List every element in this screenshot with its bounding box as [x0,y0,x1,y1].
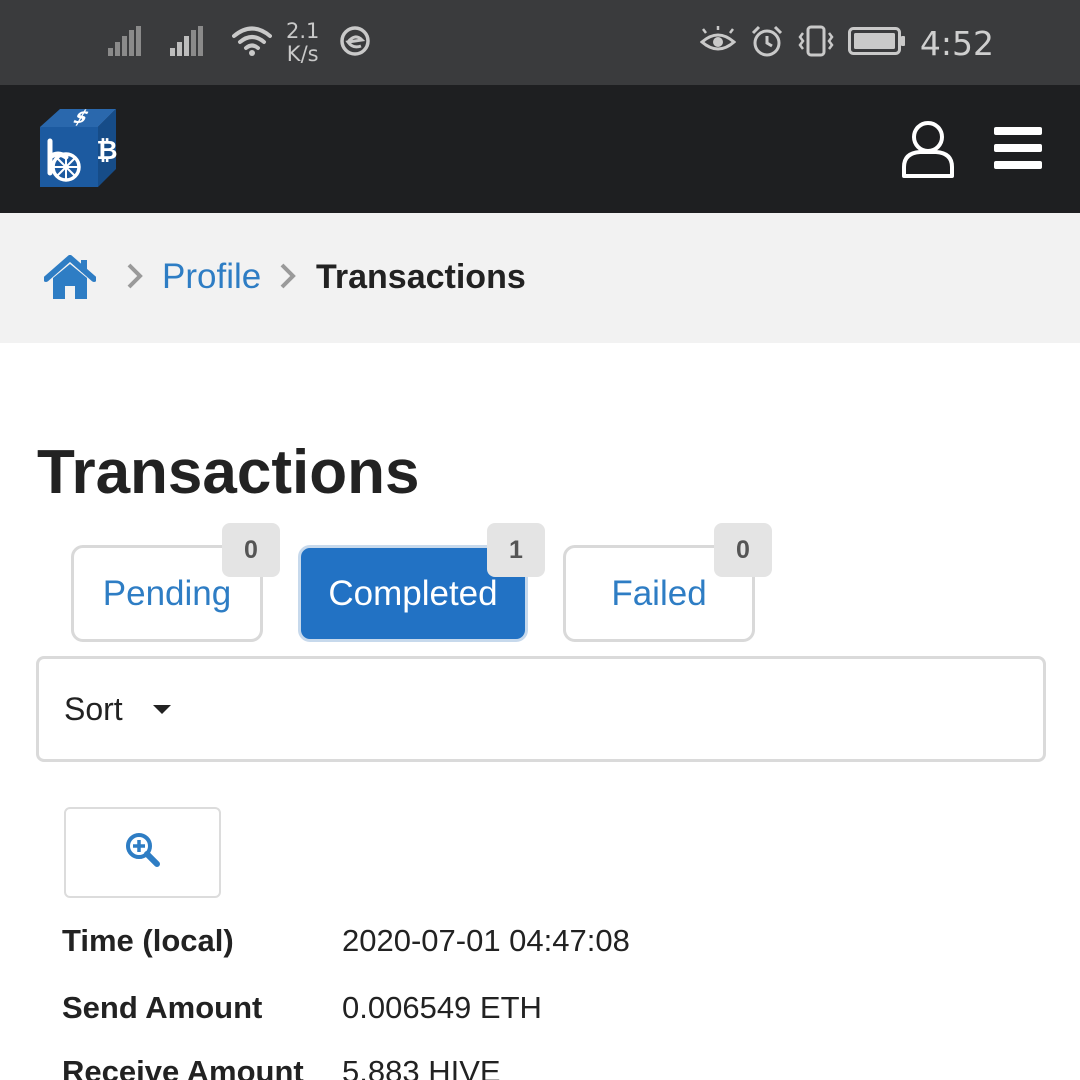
user-icon[interactable] [900,119,956,179]
top-navbar: $ ₿ [0,85,1080,213]
caret-down-icon [152,704,171,714]
receive-amount-value: 5.883 HIVE [342,1054,501,1080]
pending-count-badge: 0 [222,523,280,577]
bitcoin-bitshares-logo[interactable]: $ ₿ [36,106,120,194]
network-speed: 2.1 K/s [286,20,319,66]
data-saver-icon [339,25,371,62]
failed-count-badge: 0 [714,523,772,577]
zoom-in-icon [125,832,161,873]
tab-pending-label: Pending [102,573,232,613]
completed-count-badge: 1 [487,523,545,577]
tab-completed-label: Completed [328,573,498,613]
svg-text:₿: ₿ [96,136,117,166]
status-left: 2.1 K/s [108,18,371,68]
breadcrumb-current: Transactions [316,258,526,296]
status-bar: 2.1 K/s 4:52 [0,0,1080,85]
sort-dropdown[interactable]: Sort [64,683,171,735]
status-right: 4:52 [686,18,994,68]
wifi-icon [232,25,272,62]
alarm-icon [750,25,784,62]
chevron-right-icon [124,261,146,296]
sort-label: Sort [64,690,123,727]
chevron-right-icon [277,261,299,296]
signal-icon [170,25,204,61]
sort-bar: Sort [36,656,1046,762]
breadcrumb-profile-link[interactable]: Profile [162,253,261,301]
tab-failed-label: Failed [611,573,707,613]
send-amount-label: Send Amount [62,990,263,1025]
page-title: Transactions [37,438,420,507]
view-details-button[interactable] [64,807,221,898]
network-speed-value: 2.1 [286,19,320,43]
vibrate-icon [798,25,834,62]
hamburger-menu-icon[interactable] [994,127,1044,171]
signal-icon [108,25,142,61]
network-speed-unit: K/s [286,42,319,66]
breadcrumb: Profile Transactions [0,213,1080,343]
time-value: 2020-07-01 04:47:08 [342,923,630,958]
time-label: Time (local) [62,923,234,958]
battery-icon [847,26,906,60]
home-icon[interactable] [43,255,97,301]
clock-time: 4:52 [919,23,994,63]
eye-comfort-icon [699,25,737,61]
receive-amount-label: Receive Amount [62,1054,304,1080]
send-amount-value: 0.006549 ETH [342,990,542,1025]
